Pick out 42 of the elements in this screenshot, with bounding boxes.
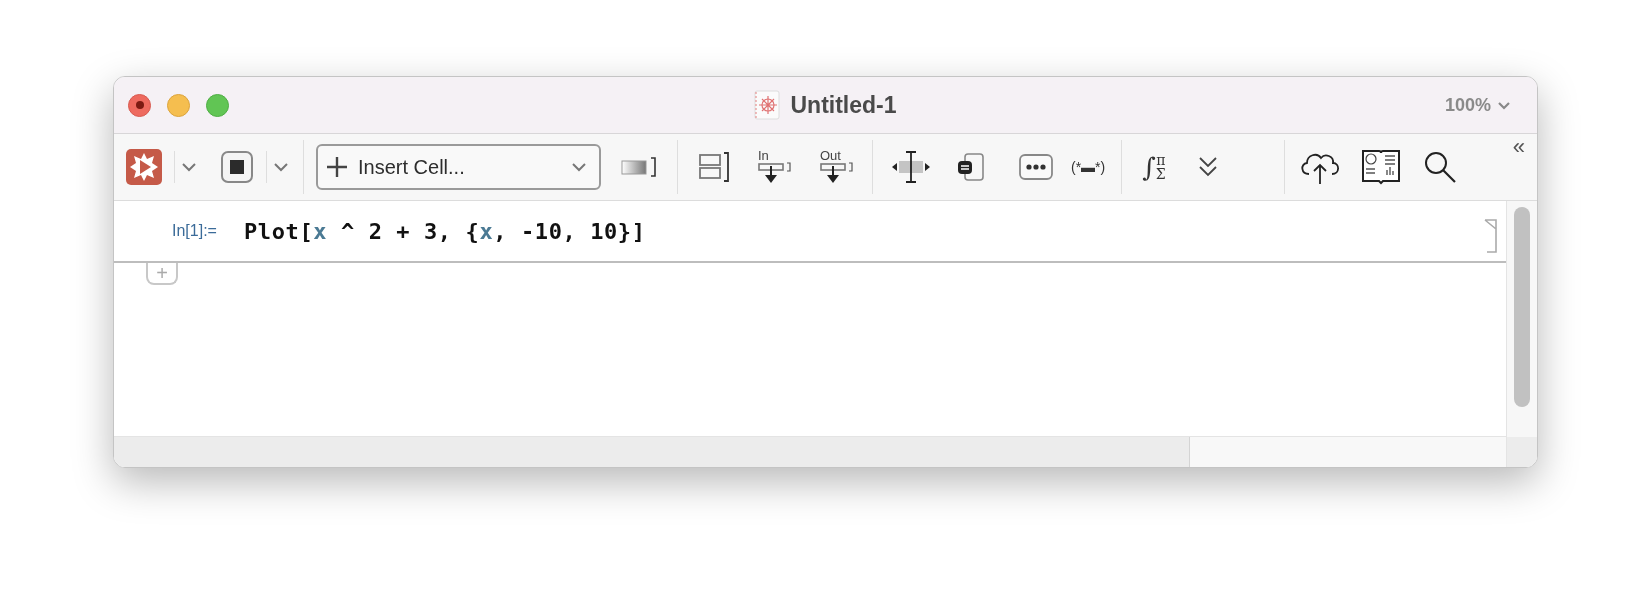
double-chevron-down-icon	[1197, 156, 1218, 178]
cell-arrow-down-icon	[758, 162, 792, 184]
comment-button[interactable]: (*▬*)	[1071, 159, 1106, 175]
gradient-bracket-icon	[621, 156, 657, 178]
group-cells-button[interactable]	[698, 152, 730, 182]
horizontal-scrollbar-thumb[interactable]	[114, 437, 1190, 467]
search-button[interactable]	[1422, 150, 1457, 184]
chevron-down-icon	[273, 162, 289, 172]
plus-icon	[326, 156, 348, 178]
cell-label: In[1]:=	[172, 222, 218, 240]
ellipsis-icon	[1019, 154, 1053, 180]
expand-button[interactable]	[1197, 156, 1218, 178]
stop-icon	[221, 151, 253, 183]
insert-output-button[interactable]: Out	[820, 150, 854, 184]
insert-input-button[interactable]: In	[758, 150, 792, 184]
evaluate-button[interactable]	[126, 149, 162, 185]
cell-bracket-icon	[1484, 219, 1498, 253]
starburst-play-icon	[126, 149, 162, 185]
cell-frame-button[interactable]	[957, 152, 985, 182]
text-cursor-icon	[891, 150, 931, 184]
code-input[interactable]: Plot[x ^ 2 + 3, {x, -10, 10}]	[244, 218, 646, 244]
document-icon	[754, 90, 781, 120]
vertical-scrollbar-thumb[interactable]	[1514, 207, 1530, 407]
open-book-icon	[1360, 148, 1401, 186]
documentation-button[interactable]	[1360, 148, 1401, 186]
chevron-down-icon	[181, 162, 197, 172]
text-cursor-button[interactable]	[891, 150, 931, 184]
more-options-button[interactable]	[1019, 154, 1053, 180]
cell-arrow-down-icon	[820, 162, 854, 184]
abort-menu-button[interactable]	[273, 162, 289, 172]
close-button[interactable]	[128, 93, 151, 117]
evaluate-menu-button[interactable]	[181, 162, 197, 172]
cell-style-button[interactable]	[621, 156, 657, 178]
abort-button[interactable]	[221, 151, 253, 183]
chevron-down-icon	[1497, 100, 1511, 110]
search-icon	[1422, 150, 1457, 184]
window-title: Untitled-1	[790, 91, 897, 119]
collapse-toolbar-button[interactable]: «	[1512, 134, 1525, 160]
frame-tag-icon	[957, 152, 985, 182]
stacked-cells-icon	[698, 152, 730, 182]
chevron-down-icon	[571, 162, 587, 172]
insert-cell-dropdown[interactable]: Insert Cell...	[316, 144, 601, 190]
